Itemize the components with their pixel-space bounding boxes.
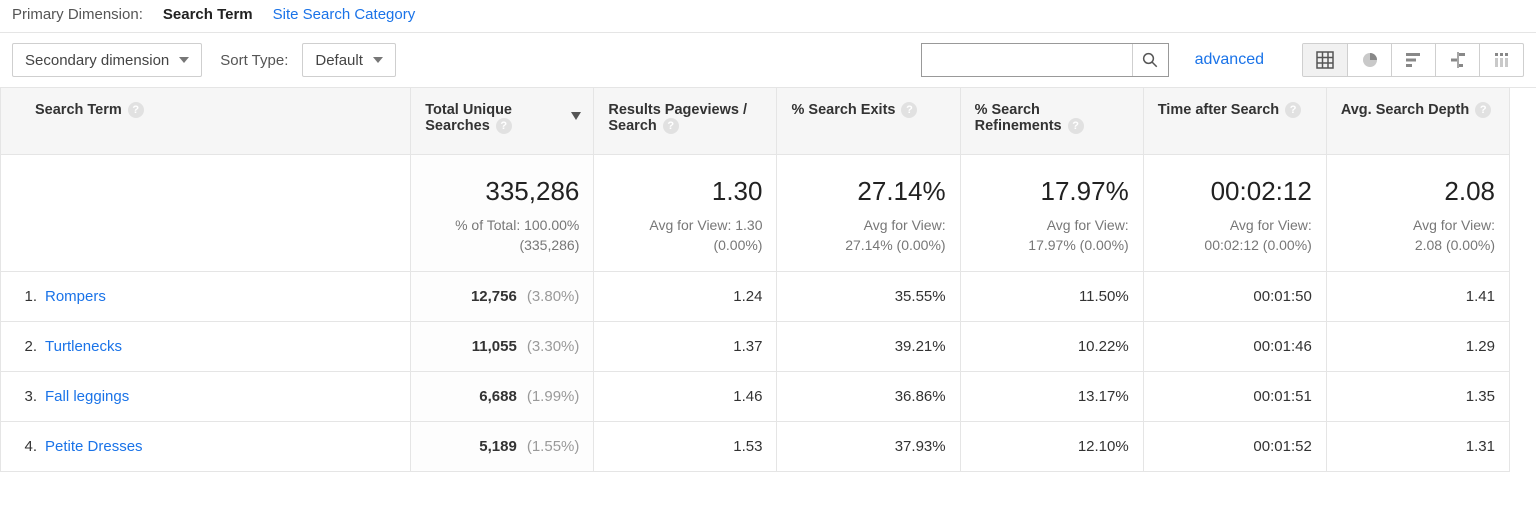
- cell-term: 2. Turtlenecks: [1, 322, 411, 372]
- cell-term: 1. Rompers: [1, 272, 411, 322]
- bar-list-icon: [1404, 51, 1424, 69]
- view-performance-button[interactable]: [1391, 44, 1435, 76]
- cell-rpv: 1.37: [594, 322, 777, 372]
- cell-exits: 39.21%: [777, 322, 960, 372]
- view-table-button[interactable]: [1303, 44, 1347, 76]
- sort-type-label: Sort Type:: [220, 52, 288, 69]
- cell-time: 00:01:52: [1143, 422, 1326, 472]
- table-header-row: Search Term? Total Unique Searches? Resu…: [1, 88, 1510, 155]
- summary-row: 335,286 % of Total: 100.00%(335,286) 1.3…: [1, 155, 1510, 272]
- cell-unique: 6,688(1.99%): [411, 372, 594, 422]
- col-header-search-exits[interactable]: % Search Exits?: [777, 88, 960, 155]
- cell-time: 00:01:51: [1143, 372, 1326, 422]
- cell-rpv: 1.46: [594, 372, 777, 422]
- pivot-icon: [1493, 51, 1511, 69]
- cell-time: 00:01:46: [1143, 322, 1326, 372]
- summary-results-pageviews: 1.30 Avg for View: 1.30(0.00%): [594, 155, 777, 272]
- cell-unique: 5,189(1.55%): [411, 422, 594, 472]
- cell-unique: 11,055(3.30%): [411, 322, 594, 372]
- data-table: Search Term? Total Unique Searches? Resu…: [0, 88, 1510, 472]
- cell-exits: 37.93%: [777, 422, 960, 472]
- table-search: [921, 43, 1169, 77]
- table-icon: [1316, 51, 1334, 69]
- help-icon[interactable]: ?: [663, 118, 679, 134]
- col-header-time-after-search[interactable]: Time after Search?: [1143, 88, 1326, 155]
- row-number: 2.: [15, 338, 37, 355]
- summary-search-exits: 27.14% Avg for View:27.14% (0.00%): [777, 155, 960, 272]
- cell-refine: 11.50%: [960, 272, 1143, 322]
- summary-time-after: 00:02:12 Avg for View:00:02:12 (0.00%): [1143, 155, 1326, 272]
- cell-rpv: 1.53: [594, 422, 777, 472]
- help-icon[interactable]: ?: [1285, 102, 1301, 118]
- cell-depth: 1.35: [1326, 372, 1509, 422]
- help-icon[interactable]: ?: [1068, 118, 1084, 134]
- col-header-search-refinements[interactable]: % Search Refinements?: [960, 88, 1143, 155]
- table-row: 3. Fall leggings 6,688(1.99%)1.4636.86%13.…: [1, 372, 1510, 422]
- cell-exits: 36.86%: [777, 372, 960, 422]
- table-row: 2. Turtlenecks 11,055(3.30%)1.3739.21%10.2…: [1, 322, 1510, 372]
- help-icon[interactable]: ?: [128, 102, 144, 118]
- table-row: 1. Rompers 12,756(3.80%)1.2435.55%11.50%00…: [1, 272, 1510, 322]
- secondary-dimension-dropdown[interactable]: Secondary dimension: [12, 43, 202, 77]
- cell-unique: 12,756(3.80%): [411, 272, 594, 322]
- summary-search-refinements: 17.97% Avg for View:17.97% (0.00%): [960, 155, 1143, 272]
- help-icon[interactable]: ?: [901, 102, 917, 118]
- summary-avg-depth: 2.08 Avg for View:2.08 (0.00%): [1326, 155, 1509, 272]
- search-term-link[interactable]: Turtlenecks: [45, 338, 122, 355]
- view-pivot-button[interactable]: [1479, 44, 1523, 76]
- primary-dimension-site-search-category[interactable]: Site Search Category: [273, 6, 416, 23]
- summary-total-unique: 335,286 % of Total: 100.00%(335,286): [411, 155, 594, 272]
- pie-chart-icon: [1361, 51, 1379, 69]
- chevron-down-icon: [373, 57, 383, 63]
- col-header-search-term[interactable]: Search Term?: [1, 88, 411, 155]
- primary-dimension-label: Primary Dimension:: [12, 6, 143, 23]
- search-term-link[interactable]: Petite Dresses: [45, 438, 143, 455]
- search-term-link[interactable]: Rompers: [45, 288, 106, 305]
- cell-depth: 1.41: [1326, 272, 1509, 322]
- cell-depth: 1.31: [1326, 422, 1509, 472]
- chevron-down-icon: [179, 57, 189, 63]
- cell-term: 4. Petite Dresses: [1, 422, 411, 472]
- cell-depth: 1.29: [1326, 322, 1509, 372]
- table-search-input[interactable]: [922, 44, 1132, 76]
- primary-dimension-row: Primary Dimension: Search Term Site Sear…: [0, 0, 1536, 28]
- sort-type-dropdown[interactable]: Default: [302, 43, 396, 77]
- help-icon[interactable]: ?: [1475, 102, 1491, 118]
- cell-refine: 10.22%: [960, 322, 1143, 372]
- cell-time: 00:01:50: [1143, 272, 1326, 322]
- col-header-total-unique-searches[interactable]: Total Unique Searches?: [411, 88, 594, 155]
- view-toggle-group: [1302, 43, 1524, 77]
- table-row: 4. Petite Dresses 5,189(1.55%)1.5337.93%12…: [1, 422, 1510, 472]
- comparison-icon: [1448, 51, 1468, 69]
- cell-term: 3. Fall leggings: [1, 372, 411, 422]
- cell-rpv: 1.24: [594, 272, 777, 322]
- help-icon[interactable]: ?: [496, 118, 512, 134]
- table-toolbar: Secondary dimension Sort Type: Default a…: [0, 32, 1536, 88]
- row-number: 1.: [15, 288, 37, 305]
- sort-desc-icon: [571, 112, 581, 120]
- table-search-button[interactable]: [1132, 44, 1168, 76]
- row-number: 4.: [15, 438, 37, 455]
- cell-refine: 13.17%: [960, 372, 1143, 422]
- sort-type-value: Default: [315, 52, 363, 69]
- search-term-link[interactable]: Fall leggings: [45, 388, 129, 405]
- view-pie-button[interactable]: [1347, 44, 1391, 76]
- row-number: 3.: [15, 388, 37, 405]
- primary-dimension-active[interactable]: Search Term: [163, 6, 253, 23]
- cell-exits: 35.55%: [777, 272, 960, 322]
- secondary-dimension-label: Secondary dimension: [25, 52, 169, 69]
- col-header-results-pageviews[interactable]: Results Pageviews / Search?: [594, 88, 777, 155]
- col-header-avg-search-depth[interactable]: Avg. Search Depth?: [1326, 88, 1509, 155]
- cell-refine: 12.10%: [960, 422, 1143, 472]
- view-comparison-button[interactable]: [1435, 44, 1479, 76]
- search-icon: [1141, 51, 1159, 69]
- advanced-link[interactable]: advanced: [1195, 51, 1264, 69]
